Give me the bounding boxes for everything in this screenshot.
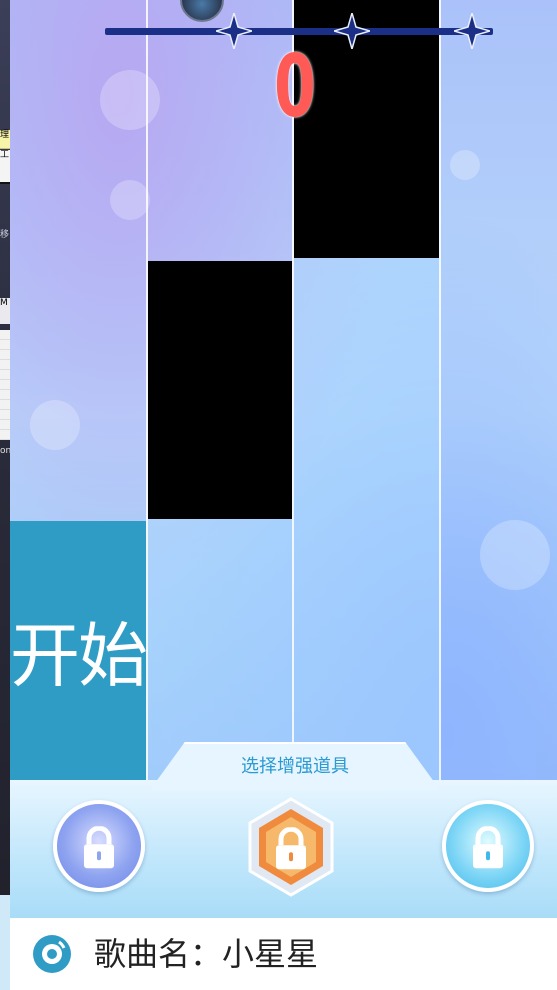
powerup-fire-button[interactable] bbox=[246, 797, 336, 897]
game-board: 开始 0 选择增强道具 bbox=[10, 0, 557, 918]
lane-highlight bbox=[147, 518, 292, 780]
lock-icon bbox=[276, 827, 306, 870]
lane-highlight bbox=[294, 258, 439, 780]
powerup-tray-title: 选择增强道具 bbox=[241, 756, 349, 777]
desktop-fragment: M bbox=[0, 298, 10, 324]
music-disc-icon bbox=[33, 935, 71, 973]
bokeh-decoration bbox=[30, 400, 80, 450]
desktop-fragment: on bbox=[0, 446, 10, 456]
song-info-bar: 歌曲名：小星星 bbox=[10, 918, 557, 990]
bokeh-decoration bbox=[100, 70, 160, 130]
desktop-fragment: 工 bbox=[0, 150, 10, 184]
desktop-fragment: 理 bbox=[0, 130, 10, 149]
start-tile[interactable]: 开始 bbox=[10, 521, 148, 780]
bokeh-decoration bbox=[450, 150, 480, 180]
score-counter: 0 bbox=[274, 37, 316, 137]
lock-icon bbox=[84, 826, 114, 869]
desktop-background-strip: 理 工 移 M on bbox=[0, 0, 10, 990]
bokeh-decoration bbox=[480, 520, 550, 590]
song-name-label: 歌曲名：小星星 bbox=[94, 935, 319, 973]
black-tile[interactable] bbox=[148, 261, 292, 519]
powerup-ice-button[interactable] bbox=[442, 800, 534, 892]
progress-star-icon bbox=[216, 13, 252, 49]
progress-star-icon bbox=[334, 13, 370, 49]
progress-star-icon bbox=[454, 13, 490, 49]
desktop-fragment-panel bbox=[0, 895, 10, 990]
lane-divider bbox=[439, 0, 441, 780]
start-tile-label: 开始 bbox=[10, 615, 148, 697]
desktop-fragment-lines bbox=[0, 330, 10, 440]
bokeh-decoration bbox=[110, 180, 150, 220]
powerup-shield-button[interactable] bbox=[53, 800, 145, 892]
desktop-fragment: 移 bbox=[0, 230, 10, 240]
progress-rail bbox=[105, 28, 493, 35]
lock-icon bbox=[473, 826, 503, 869]
